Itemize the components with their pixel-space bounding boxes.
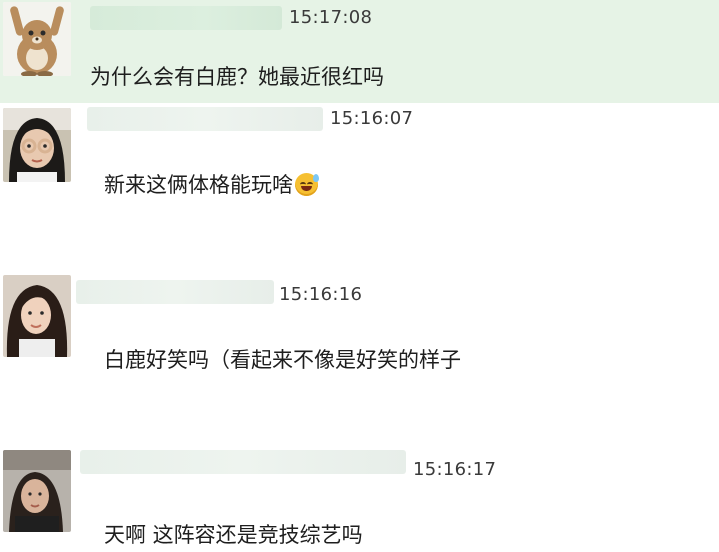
avatar[interactable] xyxy=(3,275,71,357)
chat-message: 15:17:08 为什么会有白鹿？她最近很红吗 xyxy=(0,0,719,103)
message-text: 白鹿好笑吗（看起来不像是好笑的样子 xyxy=(104,348,461,372)
sender-name xyxy=(76,280,274,304)
message-text: 为什么会有白鹿？她最近很红吗 xyxy=(90,65,384,89)
message-text: 天啊 这阵容还是竞技综艺吗 xyxy=(104,523,363,547)
sender-name xyxy=(90,6,282,30)
message-time: 15:16:16 xyxy=(279,284,363,305)
avatar[interactable] xyxy=(3,108,71,182)
message-time: 15:17:08 xyxy=(289,7,373,28)
chat-message: 15:16:16 白鹿好笑吗（看起来不像是好笑的样子 xyxy=(0,268,719,436)
chat-message: 15:16:07 新来这俩体格能玩啥 xyxy=(0,103,719,268)
avatar[interactable] xyxy=(3,450,71,532)
message-text: 新来这俩体格能玩啥 xyxy=(104,169,319,199)
message-text-body: 新来这俩体格能玩啥 xyxy=(104,173,293,197)
sweat-smile-emoji xyxy=(295,173,319,196)
sender-name xyxy=(87,107,323,131)
avatar[interactable] xyxy=(3,2,71,76)
chat-message: 15:16:17 天啊 这阵容还是竞技综艺吗 xyxy=(0,436,719,552)
message-time: 15:16:17 xyxy=(413,459,497,480)
message-time: 15:16:07 xyxy=(330,108,414,129)
sender-name xyxy=(80,450,406,474)
